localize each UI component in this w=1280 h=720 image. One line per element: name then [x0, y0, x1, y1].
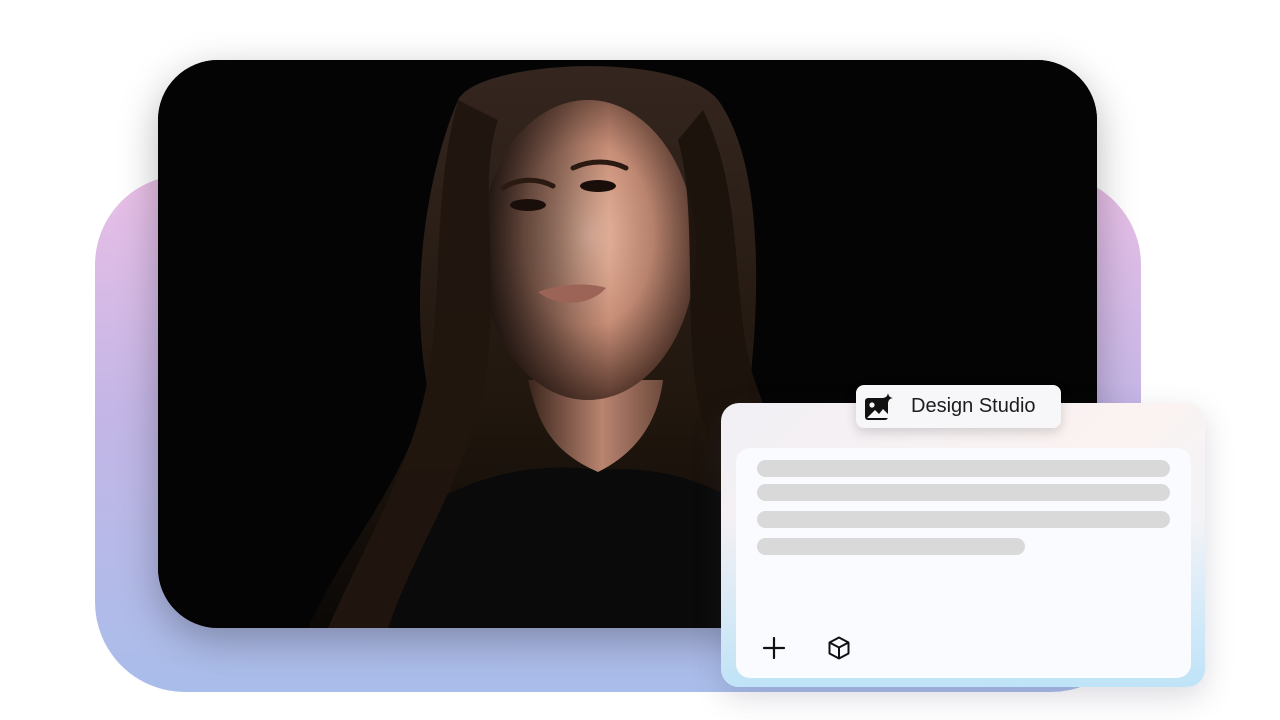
plus-icon [762, 636, 786, 660]
stage: Design Studio [0, 0, 1280, 720]
prompt-area[interactable] [736, 448, 1191, 678]
3d-model-button[interactable] [824, 633, 854, 663]
badge-label: Design Studio [911, 395, 1036, 417]
design-studio-panel [721, 403, 1205, 687]
placeholder-line [757, 484, 1170, 501]
design-studio-badge[interactable]: Design Studio [856, 385, 1061, 428]
add-button[interactable] [759, 633, 789, 663]
placeholder-line [757, 538, 1025, 555]
placeholder-line [757, 511, 1170, 528]
image-sparkle-icon [864, 392, 894, 422]
placeholder-line [757, 460, 1170, 477]
cube-icon [828, 636, 850, 660]
